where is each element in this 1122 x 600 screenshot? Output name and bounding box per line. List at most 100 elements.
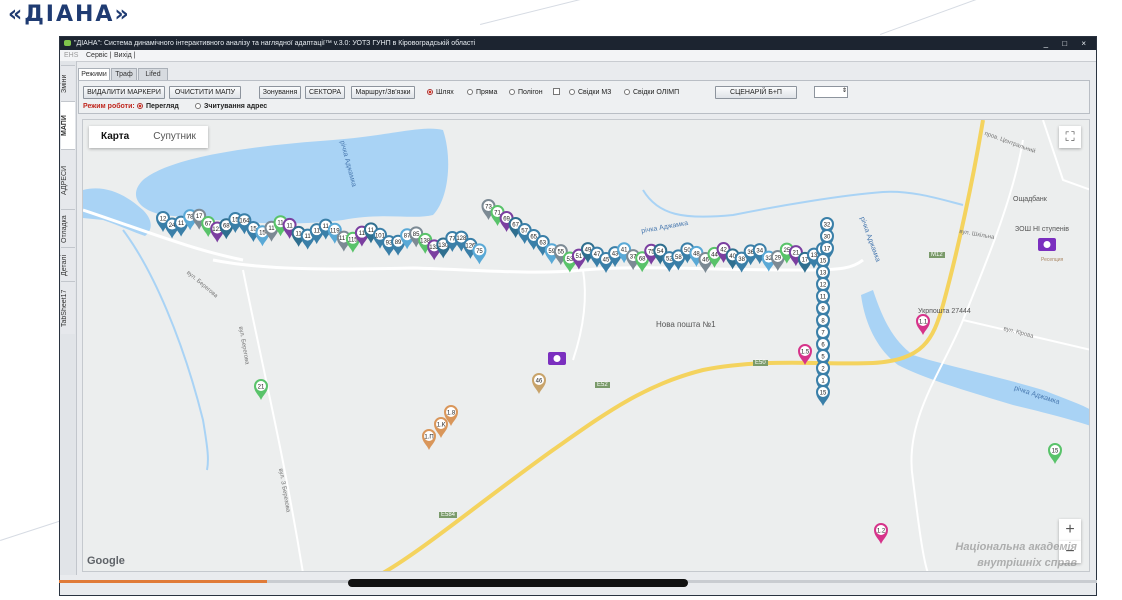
marker-label: 75 [476,249,483,255]
radio-witness-olimp[interactable]: Свідки ОЛІМП [624,88,679,97]
marker-label: 58 [675,255,682,261]
road-badge: E50 [753,360,768,366]
map-marker-pink[interactable]: 1.1 [916,314,930,335]
marker-label: 63 [539,241,546,247]
tab-lifed[interactable]: Lifed [138,68,168,80]
number-spinner[interactable]: ⇕ [814,86,848,98]
radio-polygon[interactable]: Полігон [509,88,543,97]
marker-label: 54 [657,249,664,255]
radio-icon [509,89,515,95]
google-logo: Google [87,555,125,567]
marker-label: 46 [702,257,709,263]
radio-straight[interactable]: Пряма [467,88,497,97]
marker-label: 11 [305,234,312,240]
map-view[interactable]: 12 24 11 78 17 67 121 68 15 164 15 15 11 11 11 11 11 11 11… [82,119,1090,572]
radio-selected-icon [427,89,433,95]
zoom-in-button[interactable]: + [1059,519,1081,541]
marker-label: 38 [738,257,745,263]
radio-path-label: Шлях [436,89,454,96]
marker-label: 55 [557,250,564,256]
marker-label: 11 [286,223,293,229]
slide-decor-line [880,0,1012,35]
radio-icon [569,89,575,95]
title-bar: "ДІАНА": Система динамічного інтерактивн… [60,37,1096,50]
road [242,269,304,571]
marker-label: 44 [711,252,718,258]
marker-label: 1.К [437,423,446,429]
map-canvas[interactable]: 1224 1178 17671216815 16415151111 1111 111111… [83,120,1090,572]
radio-witness-mz-label: Свідки МЗ [578,89,612,96]
app-window: "ДІАНА": Система динамічного інтерактивн… [59,36,1097,596]
marker-label: 11 [820,295,827,301]
map-label-ukrposhta: Укрпошта 27444 [918,308,971,315]
marker-label: 13 [820,271,827,277]
delete-markers-button[interactable]: ВИДАЛИТИ МАРКЕРИ [83,86,165,99]
marker-label: 45 [603,257,610,263]
slide-decor-line [480,0,636,25]
menu-bar: EHS Сервіс | Вихід | [60,50,1096,62]
map-type-satellite[interactable]: Супутник [141,126,208,148]
menu-item-ehs[interactable]: EHS [64,50,78,61]
map-marker[interactable]: 75 [472,243,487,265]
mode-label: Режим роботи: [83,103,135,110]
map-label-oschadbank: Ощадбанк [1013,196,1047,203]
radio-mode-read[interactable]: Зчитування адрес [195,102,267,111]
map-marker-green[interactable]: 21 [254,379,268,400]
side-tab-maps[interactable]: МАПИ [61,101,75,150]
marker-label: 15 [820,259,827,265]
marker-label: 1.1 [919,320,928,326]
radio-mode-view-label: Перегляд [146,103,179,110]
map-marker-pink[interactable]: 1.2 [874,523,888,544]
window-controls[interactable]: _ □ × [1044,37,1092,50]
slide-title: «ДІАНА» [8,2,131,27]
radio-icon [624,89,630,95]
marker-label: 11 [268,226,275,232]
camera-icon[interactable] [1038,238,1056,251]
radio-selected-icon [137,103,143,109]
polygon-checkbox[interactable] [553,88,560,95]
marker-label: 1.2 [877,529,886,535]
marker-label: 15 [1052,449,1059,455]
clear-map-button[interactable]: ОЧИСТИТИ МАПУ [169,86,241,99]
side-tab-details[interactable]: Деталі [61,247,75,282]
marker-label: 29 [774,255,781,261]
radio-witness-mz[interactable]: Свідки МЗ [569,88,611,97]
menu-item-exit[interactable]: Вихід | [114,50,135,61]
camera-icon[interactable] [548,352,566,365]
sectors-button[interactable]: СЕКТОРА [305,86,345,99]
radio-witness-olimp-label: Свідки ОЛІМП [633,89,680,96]
marker-label: 89 [395,240,402,246]
window-title: "ДІАНА": Система динамічного інтерактивн… [74,40,476,47]
map-marker-green[interactable]: 15 [1048,443,1062,464]
zoning-button[interactable]: Зонування [259,86,301,99]
fullscreen-icon[interactable]: ⛶ [1059,126,1081,148]
tab-traffic[interactable]: Траф [111,68,137,80]
marker-label: 17 [196,214,203,220]
progress-fill [59,580,267,583]
side-tabs: Зміни МАПИ АДРЕСИ Отладка Деталі TabShee… [60,61,77,575]
map-marker[interactable]: 15 [816,385,830,406]
map-type-map[interactable]: Карта [89,126,141,148]
marker-label: 32 [824,223,831,229]
routes-button[interactable]: Маршрут/Зв'язки [351,86,415,99]
tab-modes[interactable]: Режими [78,68,110,80]
radio-icon [195,103,201,109]
scenario-button[interactable]: СЦЕНАРІЙ Б+П [715,86,797,99]
side-tab-changes[interactable]: Зміни [61,65,75,102]
side-tab-addresses[interactable]: АДРЕСИ [61,149,75,210]
map-marker-misc[interactable]: 1.П [422,429,436,450]
radio-mode-view[interactable]: Перегляд [137,102,179,111]
side-tab-debug[interactable]: Отладка [61,209,75,248]
map-label-post: Нова пошта №1 [656,320,716,329]
radio-path[interactable]: Шлях [427,88,454,97]
map-marker-misc[interactable]: 1.К [434,417,448,438]
watermark-line2: внутрішніх справ [977,557,1077,569]
map-label-school: ЗОШ НІ ступенів [1015,226,1070,233]
map-label-fire: Ресепция [1041,257,1064,263]
horizontal-scrollbar[interactable] [348,579,688,587]
marker-label: 1.8 [447,411,456,417]
road-badge: E52 [595,382,610,388]
map-marker-misc[interactable]: 46 [532,373,546,394]
side-tab-tabsheet[interactable]: TabSheet17 [61,281,75,334]
menu-item-service[interactable]: Сервіс | [86,50,111,61]
